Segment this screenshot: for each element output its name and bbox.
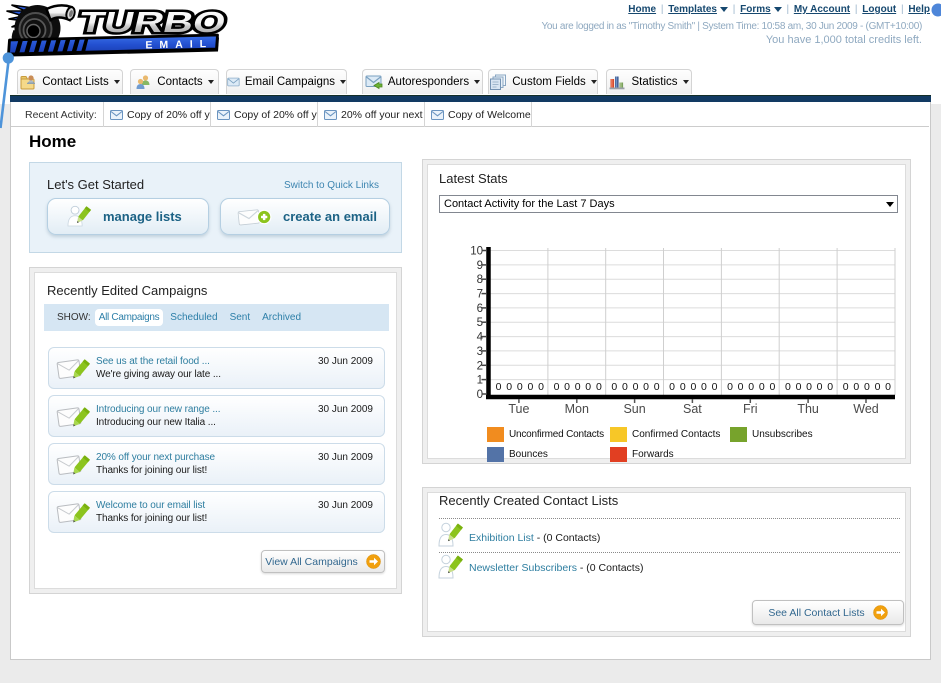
svg-text:0: 0 — [564, 381, 570, 393]
svg-text:0: 0 — [517, 381, 523, 393]
svg-text:0: 0 — [806, 381, 812, 393]
svg-text:0: 0 — [827, 381, 833, 393]
svg-text:5: 5 — [477, 317, 483, 329]
svg-text:2: 2 — [477, 360, 483, 372]
svg-text:Mon: Mon — [565, 402, 589, 416]
svg-text:Tue: Tue — [508, 402, 529, 416]
svg-text:0: 0 — [596, 381, 602, 393]
svg-text:0: 0 — [585, 381, 591, 393]
svg-text:Sat: Sat — [683, 402, 702, 416]
svg-text:0: 0 — [769, 381, 775, 393]
svg-text:7: 7 — [477, 289, 483, 301]
svg-text:0: 0 — [885, 381, 891, 393]
svg-text:Sun: Sun — [623, 402, 645, 416]
svg-text:0: 0 — [654, 381, 660, 393]
svg-text:0: 0 — [785, 381, 791, 393]
svg-text:0: 0 — [496, 381, 502, 393]
svg-text:0: 0 — [690, 381, 696, 393]
svg-text:0: 0 — [575, 381, 581, 393]
svg-text:0: 0 — [633, 381, 639, 393]
svg-text:0: 0 — [622, 381, 628, 393]
svg-text:0: 0 — [554, 381, 560, 393]
svg-text:Fri: Fri — [743, 402, 758, 416]
svg-text:0: 0 — [538, 381, 544, 393]
svg-text:0: 0 — [506, 381, 512, 393]
svg-text:0: 0 — [701, 381, 707, 393]
svg-text:0: 0 — [853, 381, 859, 393]
svg-text:0: 0 — [527, 381, 533, 393]
svg-text:0: 0 — [843, 381, 849, 393]
svg-text:0: 0 — [680, 381, 686, 393]
svg-text:6: 6 — [477, 303, 483, 315]
svg-text:0: 0 — [712, 381, 718, 393]
svg-text:0: 0 — [864, 381, 870, 393]
svg-text:0: 0 — [643, 381, 649, 393]
svg-text:0: 0 — [738, 381, 744, 393]
svg-text:10: 10 — [470, 246, 483, 258]
svg-text:0: 0 — [477, 389, 483, 401]
svg-text:0: 0 — [796, 381, 802, 393]
svg-text:1: 1 — [477, 375, 483, 387]
svg-text:0: 0 — [759, 381, 765, 393]
svg-text:Wed: Wed — [853, 402, 879, 416]
svg-text:0: 0 — [669, 381, 675, 393]
svg-text:0: 0 — [611, 381, 617, 393]
svg-text:9: 9 — [477, 260, 483, 272]
svg-text:4: 4 — [477, 332, 484, 344]
svg-text:0: 0 — [727, 381, 733, 393]
svg-text:Thu: Thu — [797, 402, 819, 416]
svg-text:8: 8 — [477, 274, 483, 286]
svg-text:EMAIL: EMAIL — [145, 38, 213, 52]
svg-text:0: 0 — [875, 381, 881, 393]
svg-text:0: 0 — [748, 381, 754, 393]
svg-text:3: 3 — [477, 346, 483, 358]
svg-text:0: 0 — [817, 381, 823, 393]
